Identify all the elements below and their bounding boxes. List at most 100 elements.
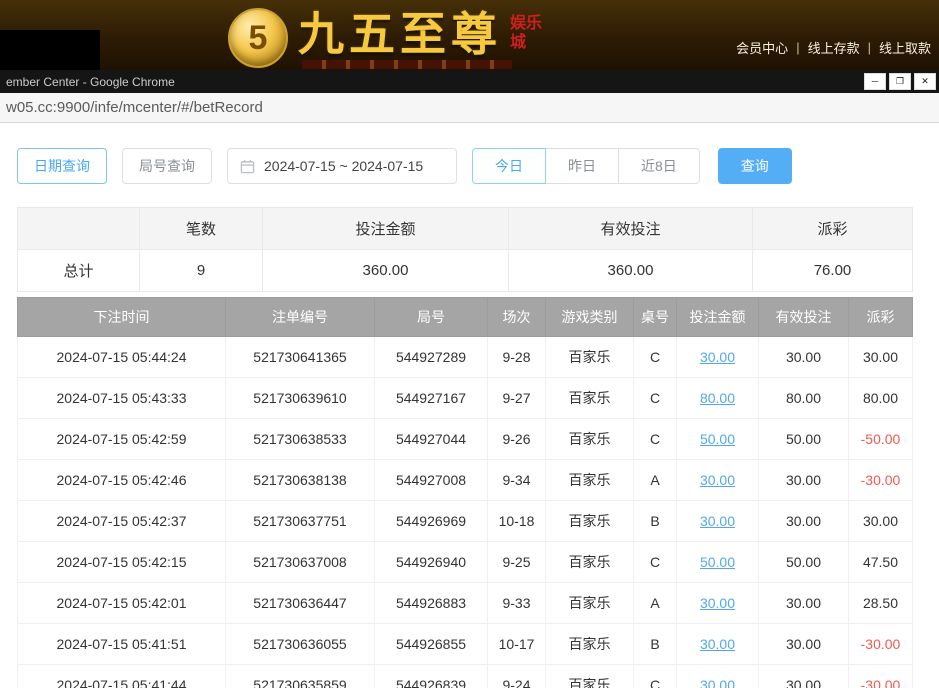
column-header: 桌号 bbox=[634, 298, 677, 337]
cell-order: 521730636447 bbox=[226, 583, 375, 624]
cell-round: 544926969 bbox=[375, 501, 488, 542]
site-header: 5 九五至尊 娱乐城 会员中心 | 线上存款 | 线上取款 bbox=[0, 0, 939, 70]
table-row: 2024-07-15 05:42:59521730638533544927044… bbox=[18, 419, 913, 460]
coin-logo-icon: 5 bbox=[228, 8, 288, 68]
cell-valid: 30.00 bbox=[759, 501, 849, 542]
maximize-button[interactable]: ❐ bbox=[889, 73, 911, 90]
quick-yesterday-button[interactable]: 昨日 bbox=[545, 148, 619, 184]
cell-time: 2024-07-15 05:42:59 bbox=[18, 419, 226, 460]
bet-amount-link[interactable]: 30.00 bbox=[700, 636, 735, 652]
site-logo: 5 九五至尊 娱乐城 bbox=[228, 2, 546, 68]
bet-amount-link[interactable]: 30.00 bbox=[700, 677, 735, 688]
bet-amount-link[interactable]: 30.00 bbox=[700, 513, 735, 529]
cell-session: 9-28 bbox=[488, 337, 546, 378]
minimize-button[interactable]: ─ bbox=[864, 73, 886, 90]
cell-order: 521730635859 bbox=[226, 665, 375, 688]
cell-time: 2024-07-15 05:44:24 bbox=[18, 337, 226, 378]
cell-session: 9-33 bbox=[488, 583, 546, 624]
quick-today-button[interactable]: 今日 bbox=[472, 148, 546, 184]
cell-round: 544927167 bbox=[375, 378, 488, 419]
summary-total-label: 总计 bbox=[18, 250, 140, 292]
nav-separator: | bbox=[796, 40, 799, 55]
cell-round: 544926855 bbox=[375, 624, 488, 665]
cell-bet: 80.00 bbox=[677, 378, 759, 419]
cell-valid: 30.00 bbox=[759, 665, 849, 688]
bet-amount-link[interactable]: 30.00 bbox=[700, 472, 735, 488]
summary-header-row: 笔数 投注金额 有效投注 派彩 bbox=[18, 208, 913, 250]
cell-round: 544927289 bbox=[375, 337, 488, 378]
cell-game: 百家乐 bbox=[546, 542, 634, 583]
cell-order: 521730641365 bbox=[226, 337, 375, 378]
cell-payout: 47.50 bbox=[849, 542, 913, 583]
bet-amount-link[interactable]: 30.00 bbox=[700, 349, 735, 365]
logo-title: 九五至尊 bbox=[298, 2, 502, 66]
summary-total-row: 总计 9 360.00 360.00 76.00 bbox=[18, 250, 913, 292]
cell-table_code: B bbox=[634, 501, 677, 542]
address-bar[interactable]: w05.cc:9900/infe/mcenter/#/betRecord bbox=[0, 93, 939, 123]
cell-order: 521730638533 bbox=[226, 419, 375, 460]
cell-time: 2024-07-15 05:42:46 bbox=[18, 460, 226, 501]
table-row: 2024-07-15 05:42:37521730637751544926969… bbox=[18, 501, 913, 542]
chrome-title-bar[interactable]: ember Center - Google Chrome ─ ❐ ✕ bbox=[0, 70, 939, 93]
cell-valid: 50.00 bbox=[759, 419, 849, 460]
cell-valid: 30.00 bbox=[759, 583, 849, 624]
cell-table_code: A bbox=[634, 583, 677, 624]
cell-time: 2024-07-15 05:42:15 bbox=[18, 542, 226, 583]
cell-payout: 30.00 bbox=[849, 501, 913, 542]
summary-total-payout: 76.00 bbox=[753, 250, 913, 292]
cell-payout: -30.00 bbox=[849, 624, 913, 665]
cell-session: 9-26 bbox=[488, 419, 546, 460]
cell-bet: 50.00 bbox=[677, 419, 759, 460]
nav-online-deposit[interactable]: 线上存款 bbox=[808, 38, 860, 57]
round-query-button[interactable]: 局号查询 bbox=[122, 148, 212, 184]
cell-game: 百家乐 bbox=[546, 378, 634, 419]
table-row: 2024-07-15 05:42:15521730637008544926940… bbox=[18, 542, 913, 583]
summary-header-payout: 派彩 bbox=[753, 208, 913, 250]
column-header: 场次 bbox=[488, 298, 546, 337]
summary-header-bet-amount: 投注金额 bbox=[263, 208, 509, 250]
bet-amount-link[interactable]: 30.00 bbox=[700, 595, 735, 611]
window-title: ember Center - Google Chrome bbox=[6, 75, 175, 89]
date-query-button[interactable]: 日期查询 bbox=[17, 148, 107, 184]
summary-header-blank bbox=[18, 208, 140, 250]
filter-toolbar: 日期查询 局号查询 2024-07-15 ~ 2024-07-15 今日 昨日 … bbox=[17, 148, 792, 184]
search-button[interactable]: 查询 bbox=[718, 148, 792, 184]
logo-badge: 娱乐城 bbox=[510, 14, 546, 52]
column-header: 游戏类别 bbox=[546, 298, 634, 337]
column-header: 派彩 bbox=[849, 298, 913, 337]
cell-time: 2024-07-15 05:42:01 bbox=[18, 583, 226, 624]
quick-range-group: 今日 昨日 近8日 bbox=[472, 148, 700, 184]
window-controls: ─ ❐ ✕ bbox=[864, 73, 936, 90]
screen: 5 九五至尊 娱乐城 会员中心 | 线上存款 | 线上取款 ember Cent… bbox=[0, 0, 939, 688]
close-button[interactable]: ✕ bbox=[914, 73, 936, 90]
column-header: 下注时间 bbox=[18, 298, 226, 337]
date-range-input[interactable]: 2024-07-15 ~ 2024-07-15 bbox=[227, 148, 457, 184]
nav-member-center[interactable]: 会员中心 bbox=[736, 38, 788, 57]
cell-table_code: C bbox=[634, 542, 677, 583]
bet-amount-link[interactable]: 50.00 bbox=[700, 431, 735, 447]
quick-last8days-button[interactable]: 近8日 bbox=[618, 148, 700, 184]
cell-table_code: A bbox=[634, 460, 677, 501]
cell-valid: 30.00 bbox=[759, 624, 849, 665]
cell-session: 10-18 bbox=[488, 501, 546, 542]
cell-bet: 30.00 bbox=[677, 501, 759, 542]
summary-total-count: 9 bbox=[140, 250, 263, 292]
cell-game: 百家乐 bbox=[546, 583, 634, 624]
cell-round: 544926839 bbox=[375, 665, 488, 688]
cell-table_code: C bbox=[634, 665, 677, 688]
cell-bet: 30.00 bbox=[677, 583, 759, 624]
nav-online-withdraw[interactable]: 线上取款 bbox=[879, 38, 931, 57]
main-content: 日期查询 局号查询 2024-07-15 ~ 2024-07-15 今日 昨日 … bbox=[0, 124, 939, 688]
bet-amount-link[interactable]: 50.00 bbox=[700, 554, 735, 570]
summary-header-count: 笔数 bbox=[140, 208, 263, 250]
table-row: 2024-07-15 05:41:51521730636055544926855… bbox=[18, 624, 913, 665]
bet-table-header-row: 下注时间注单编号局号场次游戏类别桌号投注金额有效投注派彩 bbox=[18, 298, 913, 337]
cell-payout: 80.00 bbox=[849, 378, 913, 419]
cell-table_code: C bbox=[634, 378, 677, 419]
cell-time: 2024-07-15 05:43:33 bbox=[18, 378, 226, 419]
cell-round: 544927008 bbox=[375, 460, 488, 501]
bet-amount-link[interactable]: 80.00 bbox=[700, 390, 735, 406]
bet-record-table: 下注时间注单编号局号场次游戏类别桌号投注金额有效投注派彩 2024-07-15 … bbox=[17, 297, 913, 688]
coin-digit: 5 bbox=[249, 19, 268, 58]
cell-order: 521730639610 bbox=[226, 378, 375, 419]
